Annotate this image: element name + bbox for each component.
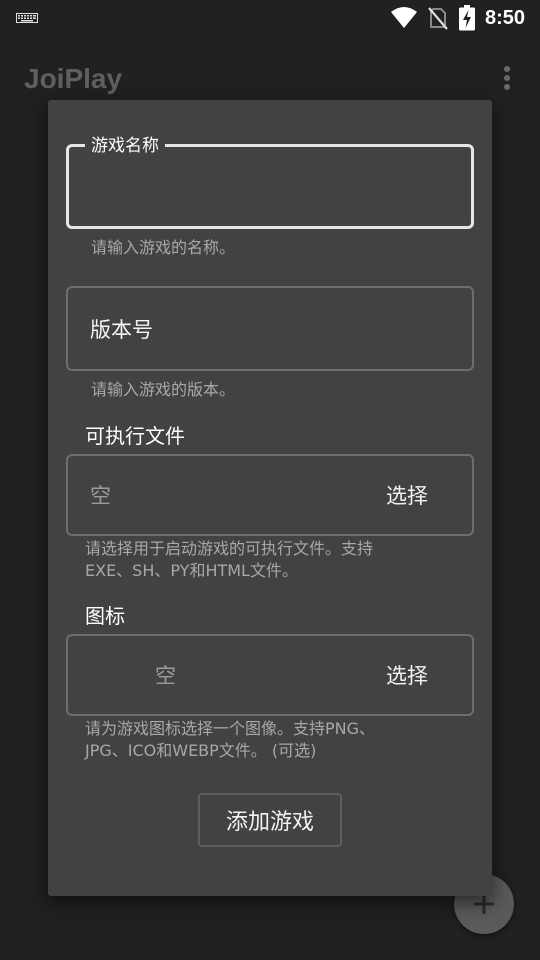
icon-field: 空 选择 <box>66 634 474 716</box>
status-time: 8:50 <box>485 7 526 29</box>
no-sim-icon <box>428 7 448 30</box>
game-name-input[interactable] <box>91 147 411 226</box>
game-name-helper: 请输入游戏的名称。 <box>91 238 236 257</box>
version-placeholder: 版本号 <box>90 317 153 342</box>
version-field[interactable]: 版本号 <box>66 286 474 371</box>
version-helper: 请输入游戏的版本。 <box>91 380 236 399</box>
icon-title: 图标 <box>85 604 125 628</box>
battery-charging-icon <box>459 5 475 31</box>
executable-field: 空 选择 <box>66 454 474 536</box>
icon-select-button[interactable]: 选择 <box>386 636 428 714</box>
add-game-dialog: 游戏名称 请输入游戏的名称。 版本号 请输入游戏的版本。 可执行文件 空 选择 … <box>48 100 492 896</box>
app-title: JoiPlay <box>24 63 123 94</box>
screen: 8:50 JoiPlay 游戏名称 请输入游戏的名称。 版本号 请输入游戏的版本… <box>0 0 540 960</box>
wifi-icon <box>391 7 417 28</box>
status-bar: 8:50 <box>0 0 540 36</box>
executable-helper-line1: 请选择用于启动游戏的可执行文件。支持 <box>85 539 374 558</box>
icon-helper-line1: 请为游戏图标选择一个图像。支持PNG、 <box>85 719 376 738</box>
executable-value: 空 <box>90 484 111 508</box>
keyboard-icon <box>16 13 38 23</box>
executable-helper-line2: EXE、SH、PY和HTML文件。 <box>85 561 298 580</box>
add-game-button[interactable]: 添加游戏 <box>198 793 342 847</box>
more-vert-icon[interactable] <box>496 62 520 94</box>
icon-helper-line2: JPG、ICO和WEBP文件。 (可选) <box>85 741 317 760</box>
icon-value: 空 <box>155 664 176 688</box>
executable-select-button[interactable]: 选择 <box>386 456 428 534</box>
executable-title: 可执行文件 <box>85 424 185 448</box>
game-name-field[interactable]: 游戏名称 <box>66 135 474 229</box>
